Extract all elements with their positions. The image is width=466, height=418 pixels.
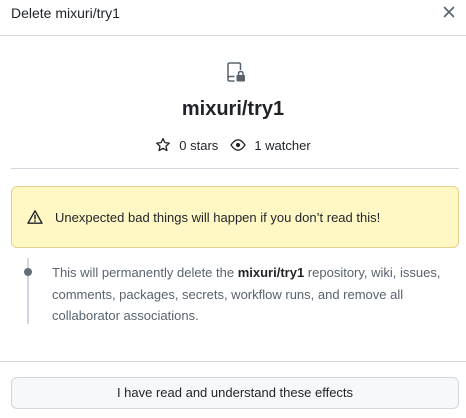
- alert-icon: [27, 210, 43, 224]
- watchers-count: 1 watcher: [254, 137, 311, 153]
- dialog-header: Delete mixuri/try1: [0, 0, 466, 36]
- dialog-title: Delete mixuri/try1: [11, 5, 120, 21]
- repo-name: mixuri/try1: [181, 98, 285, 120]
- detail-prefix: This will permanently delete the: [52, 265, 238, 280]
- footer-divider: [0, 361, 466, 362]
- repo-stats: 0 stars 1 watcher: [0, 135, 466, 155]
- detail-repo-name: mixuri/try1: [237, 265, 305, 280]
- section-divider: [11, 168, 459, 169]
- star-icon: [156, 137, 171, 152]
- stars-stat: 0 stars: [155, 137, 218, 153]
- eye-icon: [230, 139, 247, 151]
- delete-repo-dialog: Delete mixuri/try1 mixuri/try1 0 stars 1…: [0, 0, 466, 418]
- close-button[interactable]: [440, 3, 458, 21]
- watchers-stat: 1 watcher: [230, 137, 311, 153]
- confirm-understand-button[interactable]: I have read and understand these effects: [11, 377, 459, 409]
- stars-count: 0 stars: [179, 137, 219, 153]
- repo-locked-icon: [227, 62, 245, 82]
- delete-detail-text: This will permanently delete the mixuri/…: [52, 262, 456, 327]
- timeline-dot: [24, 268, 32, 276]
- warning-banner: Unexpected bad things will happen if you…: [11, 186, 459, 248]
- x-icon: [443, 6, 455, 18]
- warning-text: Unexpected bad things will happen if you…: [55, 209, 381, 225]
